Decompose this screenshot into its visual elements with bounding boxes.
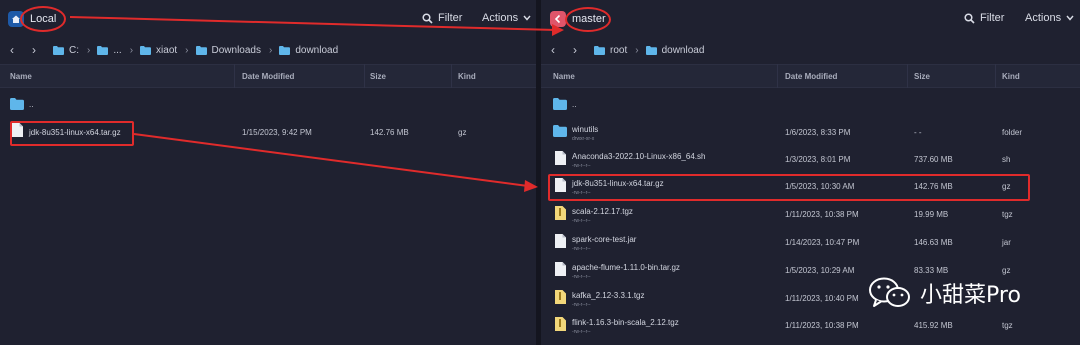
arrow-file-transfer <box>133 133 529 187</box>
watermark-text: 小甜菜Pro <box>920 283 1021 308</box>
arrowhead <box>524 180 538 192</box>
watermark: 小甜菜Pro <box>868 276 1021 310</box>
wechat-icon <box>869 277 910 307</box>
arrowhead <box>552 24 564 36</box>
arrow-local-to-master <box>69 16 557 31</box>
